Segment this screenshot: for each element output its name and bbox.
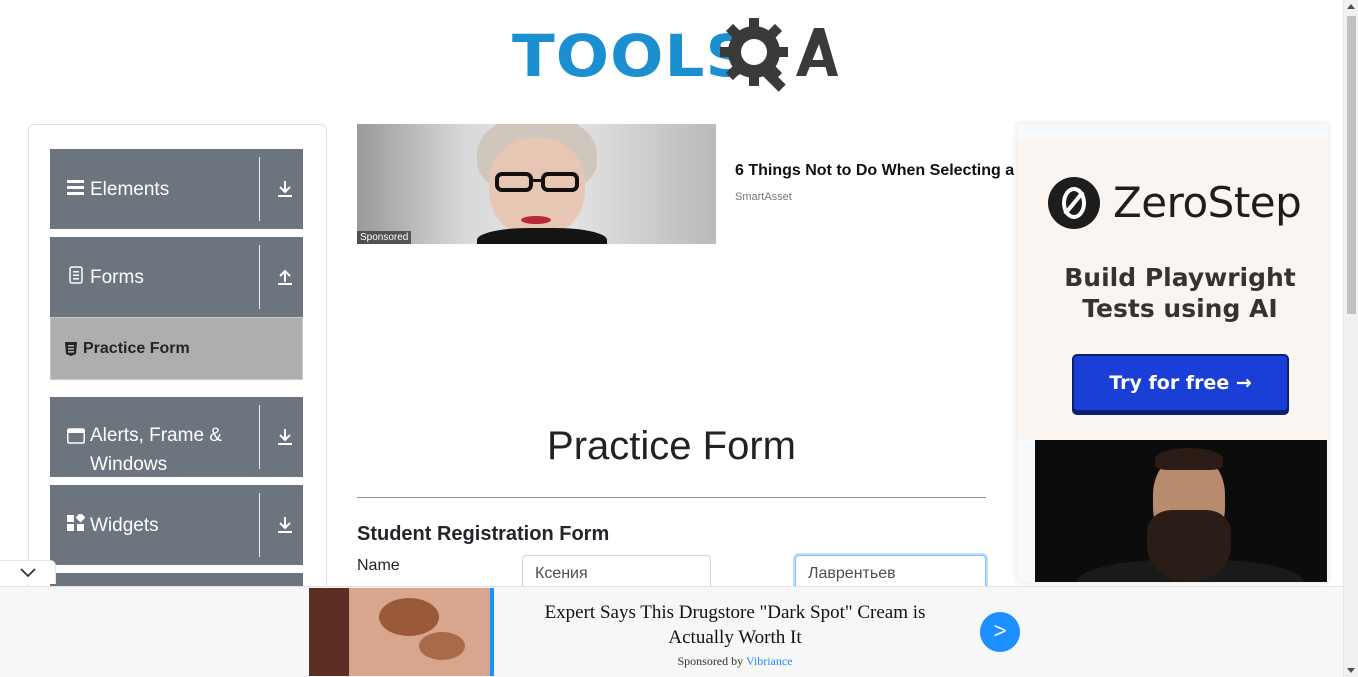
ad-image-lips xyxy=(521,216,551,224)
sidebar-group-forms[interactable]: Forms xyxy=(50,237,303,317)
form-title: Student Registration Form xyxy=(357,523,610,545)
ad-image[interactable] xyxy=(309,588,494,676)
name-label: Name xyxy=(357,557,400,574)
ad-source: SmartAsset xyxy=(735,191,792,203)
group-label: Elements xyxy=(90,179,170,200)
window-icon xyxy=(67,428,85,444)
divider xyxy=(259,245,260,309)
document-icon xyxy=(69,266,83,284)
download-icon[interactable] xyxy=(276,179,294,199)
group-header[interactable]: Widgets xyxy=(50,485,260,565)
sponsored-tag: Sponsored xyxy=(357,231,412,244)
html5-icon xyxy=(65,341,77,356)
toolsqa-logo[interactable]: TOOLS xyxy=(512,14,838,92)
sidebar-group-alerts[interactable]: Alerts, Frame & Windows xyxy=(50,397,303,477)
sponsor-link[interactable]: Vibriance xyxy=(746,654,793,668)
zerostep-tagline: Build Playwright Tests using AI xyxy=(1017,262,1343,324)
ad-headline[interactable]: 6 Things Not to Do When Selecting a xyxy=(735,162,1017,180)
download-icon[interactable] xyxy=(276,427,294,447)
widgets-icon xyxy=(67,514,85,531)
sidebar-item-practice-form[interactable]: Practice Form xyxy=(50,317,303,380)
right-ad[interactable]: ZeroStep Build Playwright Tests using AI… xyxy=(1017,124,1328,582)
divider xyxy=(259,157,260,221)
divider-line xyxy=(357,497,986,498)
sidebar-group-elements[interactable]: Elements xyxy=(50,149,303,229)
top-ad[interactable]: Sponsored 6 Things Not to Do When Select… xyxy=(357,124,1017,244)
ad-image-beard xyxy=(1147,510,1231,582)
sidebar-group-widgets[interactable]: Widgets xyxy=(50,485,303,565)
try-for-free-button[interactable]: Try for free → xyxy=(1072,354,1289,412)
scroll-thumb[interactable] xyxy=(1347,16,1356,314)
ad-go-button[interactable]: > xyxy=(980,612,1020,652)
logo-text: TOOLS xyxy=(512,22,752,90)
collapse-ad-button[interactable] xyxy=(0,560,56,584)
bottom-ad-headline[interactable]: Expert Says This Drugstore "Dark Spot" C… xyxy=(520,600,950,650)
ad-image-spot xyxy=(419,632,465,660)
gear-magnifier-icon xyxy=(720,18,838,92)
bottom-ad-bar[interactable]: Expert Says This Drugstore "Dark Spot" C… xyxy=(0,586,1343,677)
page-scrollbar[interactable] xyxy=(1343,0,1358,677)
group-header[interactable]: Forms xyxy=(50,237,260,317)
group-header[interactable]: Alerts, Frame & Windows xyxy=(50,397,260,477)
ad-image-clothing xyxy=(477,228,607,244)
bottom-ad-sponsor: Sponsored by Vibriance xyxy=(520,654,950,669)
chevron-down-icon xyxy=(20,568,36,578)
group-label: Forms xyxy=(90,267,144,288)
divider xyxy=(259,405,260,469)
group-header[interactable]: Elements xyxy=(50,149,260,229)
group-label: Alerts, Frame & Windows xyxy=(90,425,222,475)
ad-image-shadow xyxy=(309,588,349,676)
sponsored-by-label: Sponsored by xyxy=(677,654,744,668)
group-label: Widgets xyxy=(90,515,159,536)
zerostep-brand: ZeroStep xyxy=(1113,178,1302,227)
upload-icon[interactable] xyxy=(276,267,294,287)
ad-image[interactable] xyxy=(1035,440,1327,582)
ad-image-hair xyxy=(1155,448,1223,470)
download-icon[interactable] xyxy=(276,515,294,535)
divider xyxy=(259,493,260,557)
tagline-line-2: Tests using AI xyxy=(1082,294,1278,323)
sidebar: Elements Forms Practice Form Alerts, Fra… xyxy=(28,124,327,603)
ad-image-spot xyxy=(379,598,439,636)
scroll-up-icon[interactable] xyxy=(1347,4,1355,9)
zerostep-logo-icon xyxy=(1048,177,1100,229)
ad-image-glasses xyxy=(495,172,579,192)
ad-image[interactable]: Sponsored xyxy=(357,124,716,244)
scroll-down-icon[interactable] xyxy=(1347,668,1355,673)
sidebar-item-label: Practice Form xyxy=(83,339,190,357)
menu-icon xyxy=(67,180,84,195)
zerostep-ad-card[interactable]: ZeroStep Build Playwright Tests using AI… xyxy=(1017,138,1328,439)
page-title: Practice Form xyxy=(547,424,796,468)
tagline-line-1: Build Playwright xyxy=(1064,263,1296,292)
